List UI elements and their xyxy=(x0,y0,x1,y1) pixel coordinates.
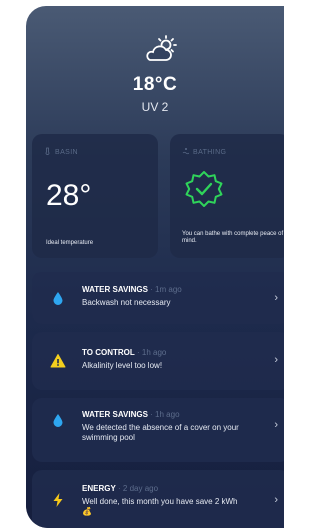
bathing-label: BATHING xyxy=(193,149,227,156)
cloud-sun-icon xyxy=(146,35,177,61)
basin-temperature: 28° xyxy=(46,179,92,212)
basin-caption: Ideal temperature xyxy=(46,240,94,246)
swimmer-icon xyxy=(182,148,189,155)
uv-index: UV 2 xyxy=(141,100,169,114)
basin-card[interactable]: BASIN 28° Ideal temperature xyxy=(32,134,158,258)
chevron-right-icon: › xyxy=(274,354,278,366)
notification-water-savings-backwash[interactable]: WATER SAVINGS · 1m ago Backwash not nece… xyxy=(32,272,284,324)
notification-water-savings-cover[interactable]: WATER SAVINGS · 1h ago We detected the a… xyxy=(32,398,284,462)
bathing-card[interactable]: BATHING You can bathe with complete peac… xyxy=(170,134,284,258)
notification-body: Backwash not necessary xyxy=(82,298,171,307)
notification-title: ENERGY xyxy=(82,484,116,493)
notification-time: · 1h ago xyxy=(150,410,180,419)
chevron-right-icon: › xyxy=(274,419,278,431)
chevron-right-icon: › xyxy=(274,494,278,506)
notification-title: WATER SAVINGS xyxy=(82,285,148,294)
check-badge-icon xyxy=(185,171,223,207)
bathing-caption: You can bathe with complete peace of min… xyxy=(182,231,284,244)
notification-time: · 2 day ago xyxy=(118,484,159,493)
water-drop-icon xyxy=(53,292,63,305)
notification-title: WATER SAVINGS xyxy=(82,410,148,419)
warning-icon xyxy=(50,354,66,368)
water-drop-icon xyxy=(53,414,63,427)
basin-label: BASIN xyxy=(55,149,79,156)
thermometer-icon xyxy=(45,147,50,155)
chevron-right-icon: › xyxy=(274,292,278,304)
notification-time: · 1m ago xyxy=(150,285,182,294)
lightning-icon xyxy=(53,493,63,507)
app-screen: 18°C UV 2 BASIN 28° Ideal temperature BA… xyxy=(26,6,284,528)
notification-body: Alkalinity level too low! xyxy=(82,361,163,370)
notification-energy[interactable]: ENERGY · 2 day ago Well done, this month… xyxy=(32,470,284,528)
notification-body: Well done, this month you have save 2 kW… xyxy=(82,497,238,516)
outdoor-temperature: 18°C xyxy=(132,74,178,95)
notification-time: · 1h ago xyxy=(136,348,167,357)
notification-to-control-alkalinity[interactable]: TO CONTROL · 1h ago Alkalinity level too… xyxy=(32,332,284,390)
notification-body: We detected the absence of a cover on yo… xyxy=(82,423,239,442)
notification-title: TO CONTROL xyxy=(82,348,135,357)
